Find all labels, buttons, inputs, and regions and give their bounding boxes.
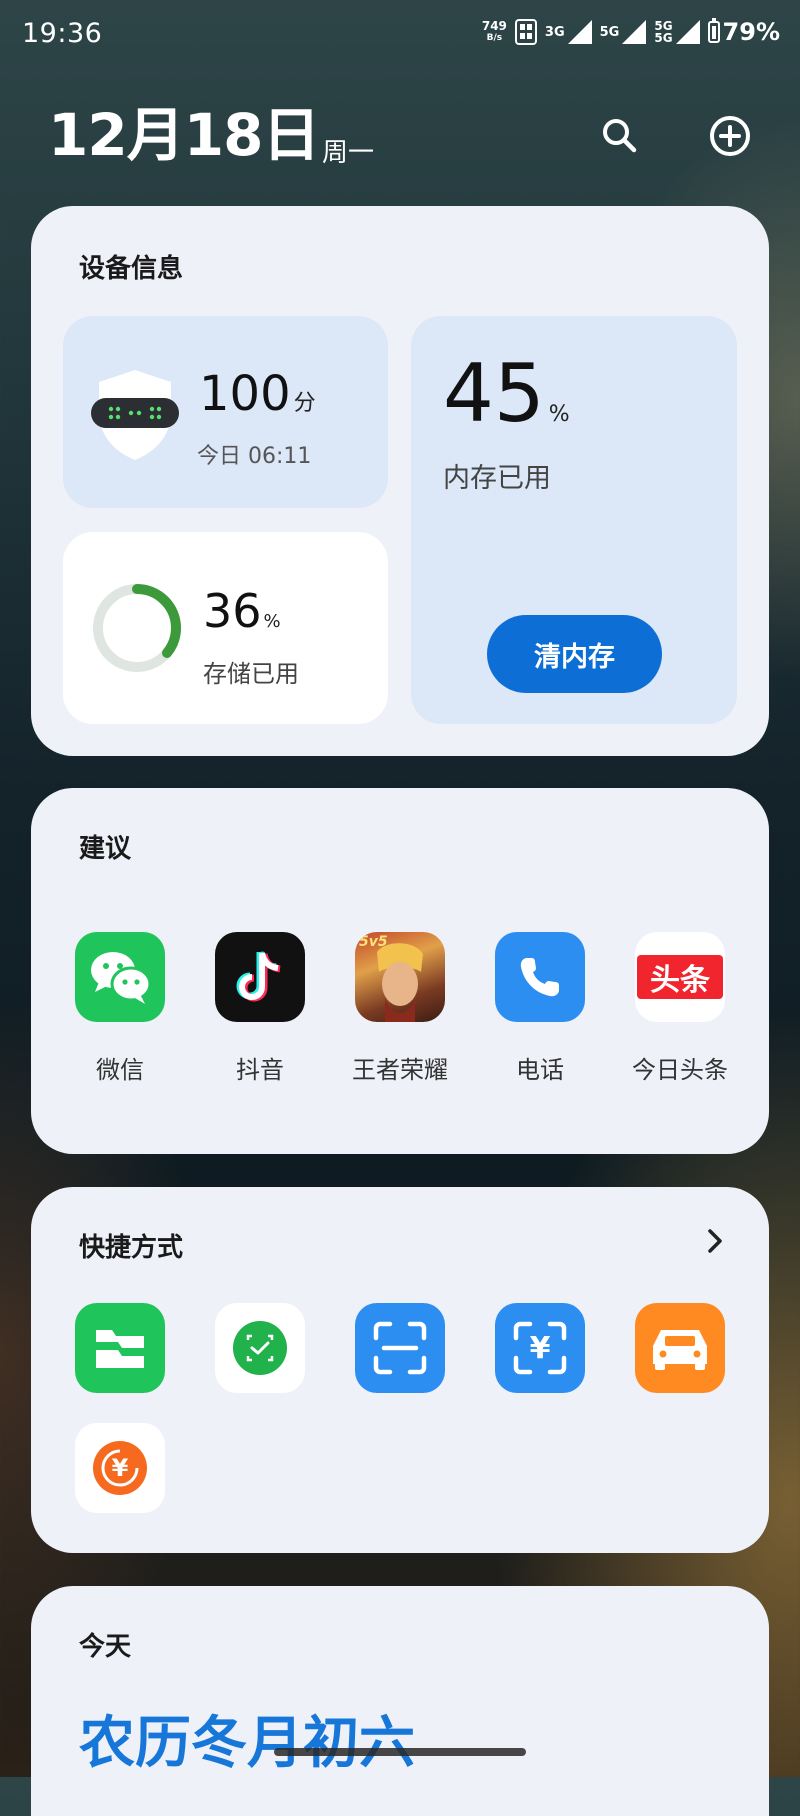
app-wechat[interactable]: 微信 bbox=[75, 932, 165, 1084]
shortcut-files[interactable] bbox=[75, 1303, 165, 1393]
today-title: 今天 bbox=[79, 1632, 132, 1662]
battery: 79% bbox=[707, 18, 780, 46]
shortcut-car[interactable] bbox=[635, 1303, 725, 1393]
today-card: 今天 农历冬月初六 bbox=[31, 1586, 769, 1816]
lunar-date: 农历冬月初六 bbox=[79, 1711, 415, 1776]
shortcut-payment[interactable]: ¥ bbox=[75, 1423, 165, 1513]
app-honor-of-kings[interactable]: 5v5 王者荣耀 bbox=[352, 932, 448, 1084]
shortcut-scan-pay[interactable]: ¥ bbox=[495, 1303, 585, 1393]
date: 12月18日 bbox=[48, 101, 320, 169]
nfc-sim-icon bbox=[514, 19, 537, 45]
security-check-time: 今日 06:11 bbox=[197, 444, 312, 469]
suggestions-title: 建议 bbox=[79, 834, 132, 864]
plus-circle-icon[interactable] bbox=[706, 112, 754, 160]
signal-3g: 3G bbox=[545, 20, 592, 44]
douyin-icon bbox=[215, 932, 305, 1022]
security-score: 100 分 bbox=[199, 366, 316, 422]
storage-percent: 36 % bbox=[203, 584, 281, 638]
device-info-title: 设备信息 bbox=[79, 254, 184, 284]
app-phone[interactable]: 电话 bbox=[495, 932, 585, 1084]
signal-5g: 5G bbox=[600, 20, 647, 44]
shortcut-scan-check[interactable] bbox=[215, 1303, 305, 1393]
storage-ring-icon bbox=[93, 584, 181, 672]
signal-5g-dual: 5G 5G bbox=[654, 20, 700, 44]
device-info-card: 设备信息 100 分 今日 06:11 36 % 存储已用 45 % 内存已用 bbox=[31, 206, 769, 756]
chevron-right-icon[interactable] bbox=[703, 1225, 727, 1257]
shortcut-scan[interactable] bbox=[355, 1303, 445, 1393]
car-icon bbox=[635, 1303, 725, 1393]
signal-bars-icon bbox=[567, 20, 592, 44]
signal-bars-icon bbox=[622, 20, 647, 44]
files-icon bbox=[75, 1303, 165, 1393]
battery-icon bbox=[707, 18, 720, 43]
payment-icon: ¥ bbox=[75, 1423, 165, 1513]
scan-check-icon bbox=[215, 1303, 305, 1393]
status-icons: 749 B/s 3G 5G 5G 5G 79% bbox=[482, 18, 780, 46]
storage-tile[interactable]: 36 % 存储已用 bbox=[63, 532, 388, 724]
home-indicator[interactable] bbox=[274, 1748, 526, 1756]
shortcuts-card: 快捷方式 ¥ ¥ bbox=[31, 1187, 769, 1553]
clean-memory-button[interactable]: 清内存 bbox=[487, 615, 662, 693]
phone-icon bbox=[495, 932, 585, 1022]
app-toutiao[interactable]: 头条 今日头条 bbox=[632, 932, 728, 1084]
network-speed: 749 B/s bbox=[481, 19, 507, 43]
memory-percent: 45 % bbox=[443, 347, 570, 440]
signal-bars-icon bbox=[675, 20, 700, 44]
suggestions-card: 建议 微信 抖音 5v5 王者荣耀 电话 头条 今日头条 bbox=[31, 788, 769, 1154]
wechat-icon bbox=[75, 932, 165, 1022]
app-douyin[interactable]: 抖音 bbox=[215, 932, 305, 1084]
scan-pay-icon: ¥ bbox=[495, 1303, 585, 1393]
status-time: 19:36 bbox=[22, 18, 103, 49]
weekday: 周一 bbox=[322, 138, 375, 168]
search-icon[interactable] bbox=[596, 112, 644, 160]
memory-label: 内存已用 bbox=[443, 463, 551, 494]
toutiao-icon: 头条 bbox=[635, 932, 725, 1022]
storage-label: 存储已用 bbox=[203, 660, 299, 688]
honor-of-kings-icon: 5v5 bbox=[355, 932, 445, 1022]
scan-icon bbox=[355, 1303, 445, 1393]
shortcuts-title: 快捷方式 bbox=[79, 1233, 184, 1263]
shield-icon bbox=[91, 370, 179, 460]
security-score-tile[interactable]: 100 分 今日 06:11 bbox=[63, 316, 388, 508]
